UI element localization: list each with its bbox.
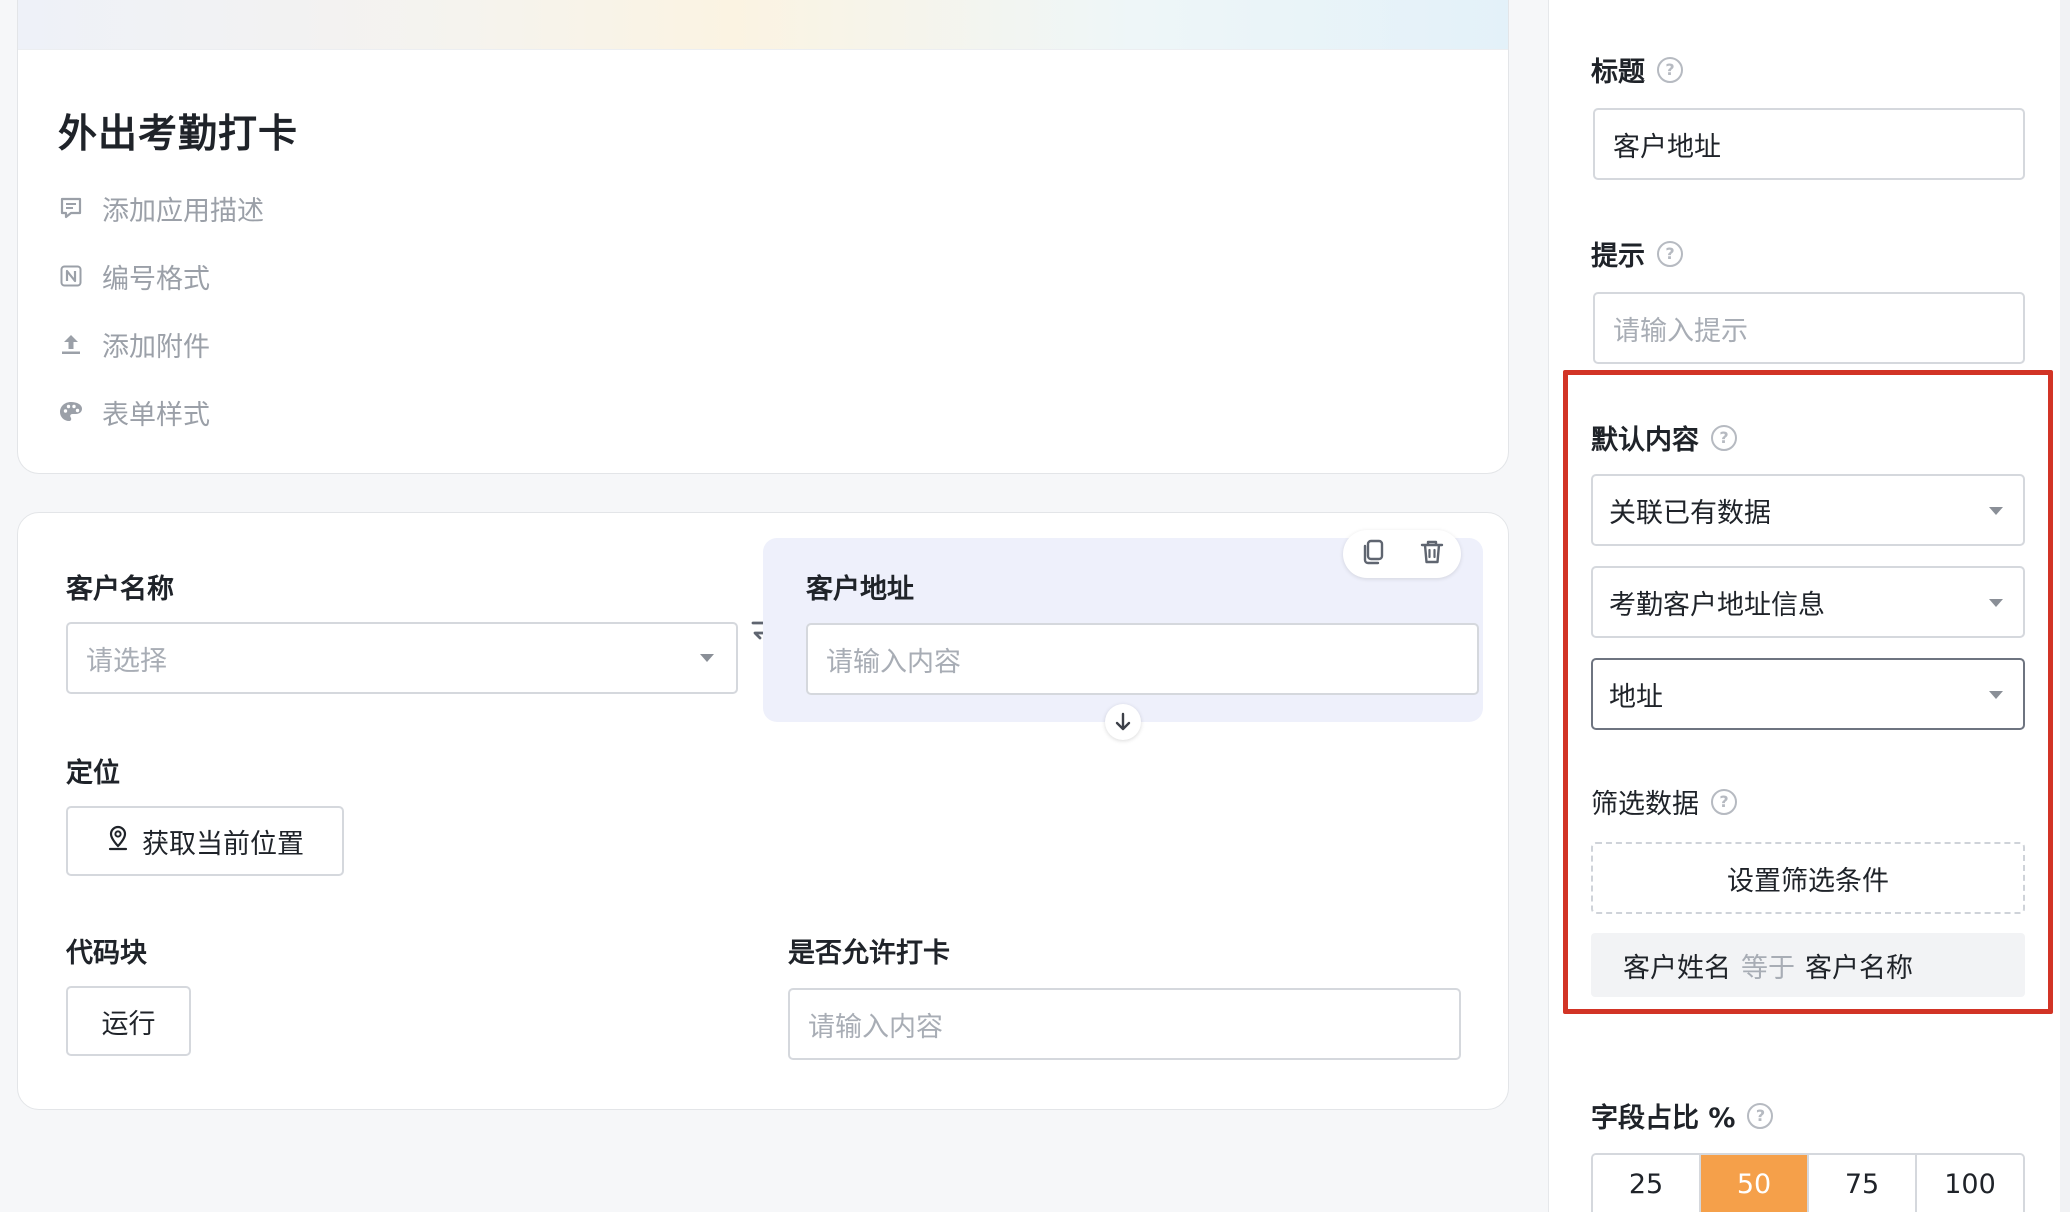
set-filter-button[interactable]: 设置筛选条件 (1591, 842, 2025, 914)
hint-prop-text: 提示 (1591, 241, 1645, 272)
run-button[interactable]: 运行 (66, 986, 191, 1056)
customer-address-label: 客户地址 (806, 574, 914, 605)
data-source-select[interactable]: 考勤客户地址信息 (1591, 566, 2025, 638)
chevron-down-icon (1989, 599, 2003, 607)
chevron-down-icon (1989, 507, 2003, 515)
field-ratio-selector: 25 50 75 100 (1591, 1153, 2025, 1212)
field-properties-panel: 标题 ? 客户地址 提示 ? 请输入提示 默认内容 ? 关联已有数据 考勤客户地… (1548, 0, 2070, 1212)
title-prop-label: 标题 ? (1591, 50, 1683, 89)
chevron-down-icon (700, 654, 714, 662)
form-style-label: 表单样式 (102, 399, 210, 431)
source-field-value: 地址 (1609, 681, 1663, 713)
ratio-option-50[interactable]: 50 (1701, 1155, 1809, 1212)
ratio-option-75[interactable]: 75 (1809, 1155, 1917, 1212)
comment-icon (58, 195, 84, 221)
source-field-select[interactable]: 地址 (1591, 658, 2025, 730)
customer-name-select[interactable]: 请选择 (66, 622, 738, 694)
field-ratio-text: 字段占比 % (1591, 1103, 1736, 1134)
filter-data-label: 筛选数据 ? (1591, 782, 1737, 821)
hint-prop-label: 提示 ? (1591, 234, 1683, 273)
data-source-value: 考勤客户地址信息 (1609, 589, 1825, 621)
get-location-label: 获取当前位置 (142, 828, 304, 860)
help-icon[interactable]: ? (1711, 424, 1737, 451)
title-input-value: 客户地址 (1613, 131, 1721, 163)
default-content-label: 默认内容 ? (1591, 418, 1737, 457)
palette-icon (58, 399, 84, 425)
allow-checkin-label: 是否允许打卡 (788, 938, 950, 969)
help-icon[interactable]: ? (1747, 1102, 1774, 1129)
help-icon[interactable]: ? (1657, 240, 1683, 267)
add-description-link[interactable]: 添加应用描述 (58, 188, 264, 228)
delete-icon[interactable] (1419, 538, 1445, 570)
customer-address-input[interactable]: 请输入内容 (806, 623, 1479, 695)
customer-name-label: 客户名称 (66, 574, 174, 605)
map-pin-icon (106, 825, 130, 858)
ratio-option-25[interactable]: 25 (1593, 1155, 1701, 1212)
app-header-card: 外出考勤打卡 添加应用描述 编号格式 添加附件 表单样式 (17, 0, 1509, 474)
upload-icon (58, 331, 84, 357)
help-icon[interactable]: ? (1657, 56, 1683, 83)
get-location-button[interactable]: 获取当前位置 (66, 806, 344, 876)
arrow-down-icon[interactable] (1105, 704, 1141, 740)
allow-checkin-placeholder: 请输入内容 (808, 1011, 943, 1043)
filter-condition-row[interactable]: 客户姓名 等于 客户名称 (1591, 933, 2025, 997)
add-attachment-label: 添加附件 (102, 331, 210, 363)
run-label: 运行 (101, 1008, 156, 1040)
customer-address-field-selected[interactable]: 客户地址 请输入内容 (763, 530, 1483, 740)
field-actions-toolbar (1343, 530, 1461, 578)
hint-input[interactable]: 请输入提示 (1593, 292, 2025, 364)
field-ratio-label: 字段占比 % ? (1591, 1096, 1774, 1135)
code-block-label: 代码块 (66, 938, 147, 969)
form-canvas-card: 客户名称 请选择 客户地址 请输入内容 定位 获取当前位置 代码块 运行 是否允… (17, 512, 1509, 1110)
app-title[interactable]: 外出考勤打卡 (58, 103, 298, 159)
numbering-icon (58, 263, 84, 289)
ratio-option-100[interactable]: 100 (1917, 1155, 2023, 1212)
customer-address-placeholder: 请输入内容 (826, 646, 961, 678)
title-input[interactable]: 客户地址 (1593, 108, 2025, 180)
default-content-text: 默认内容 (1591, 425, 1699, 456)
condition-right-field: 客户名称 (1805, 952, 1913, 984)
chevron-down-icon (1989, 691, 2003, 699)
set-filter-label: 设置筛选条件 (1727, 865, 1889, 897)
default-mode-value: 关联已有数据 (1609, 497, 1771, 529)
add-attachment-link[interactable]: 添加附件 (58, 324, 210, 364)
numbering-format-label: 编号格式 (102, 263, 210, 295)
customer-name-placeholder: 请选择 (86, 645, 167, 677)
filter-data-text: 筛选数据 (1591, 789, 1699, 820)
header-gradient-strip (18, 0, 1508, 50)
condition-operator: 等于 (1741, 952, 1795, 984)
numbering-format-link[interactable]: 编号格式 (58, 256, 210, 296)
panel-scrollbar[interactable] (2060, 0, 2070, 1212)
help-icon[interactable]: ? (1711, 788, 1737, 815)
add-description-label: 添加应用描述 (102, 195, 264, 227)
title-prop-text: 标题 (1591, 57, 1645, 88)
copy-icon[interactable] (1360, 538, 1386, 570)
location-label: 定位 (66, 758, 120, 789)
default-mode-select[interactable]: 关联已有数据 (1591, 474, 2025, 546)
hint-input-placeholder: 请输入提示 (1613, 315, 1748, 347)
condition-left-field: 客户姓名 (1623, 952, 1731, 984)
form-style-link[interactable]: 表单样式 (58, 392, 210, 432)
allow-checkin-input[interactable]: 请输入内容 (788, 988, 1461, 1060)
